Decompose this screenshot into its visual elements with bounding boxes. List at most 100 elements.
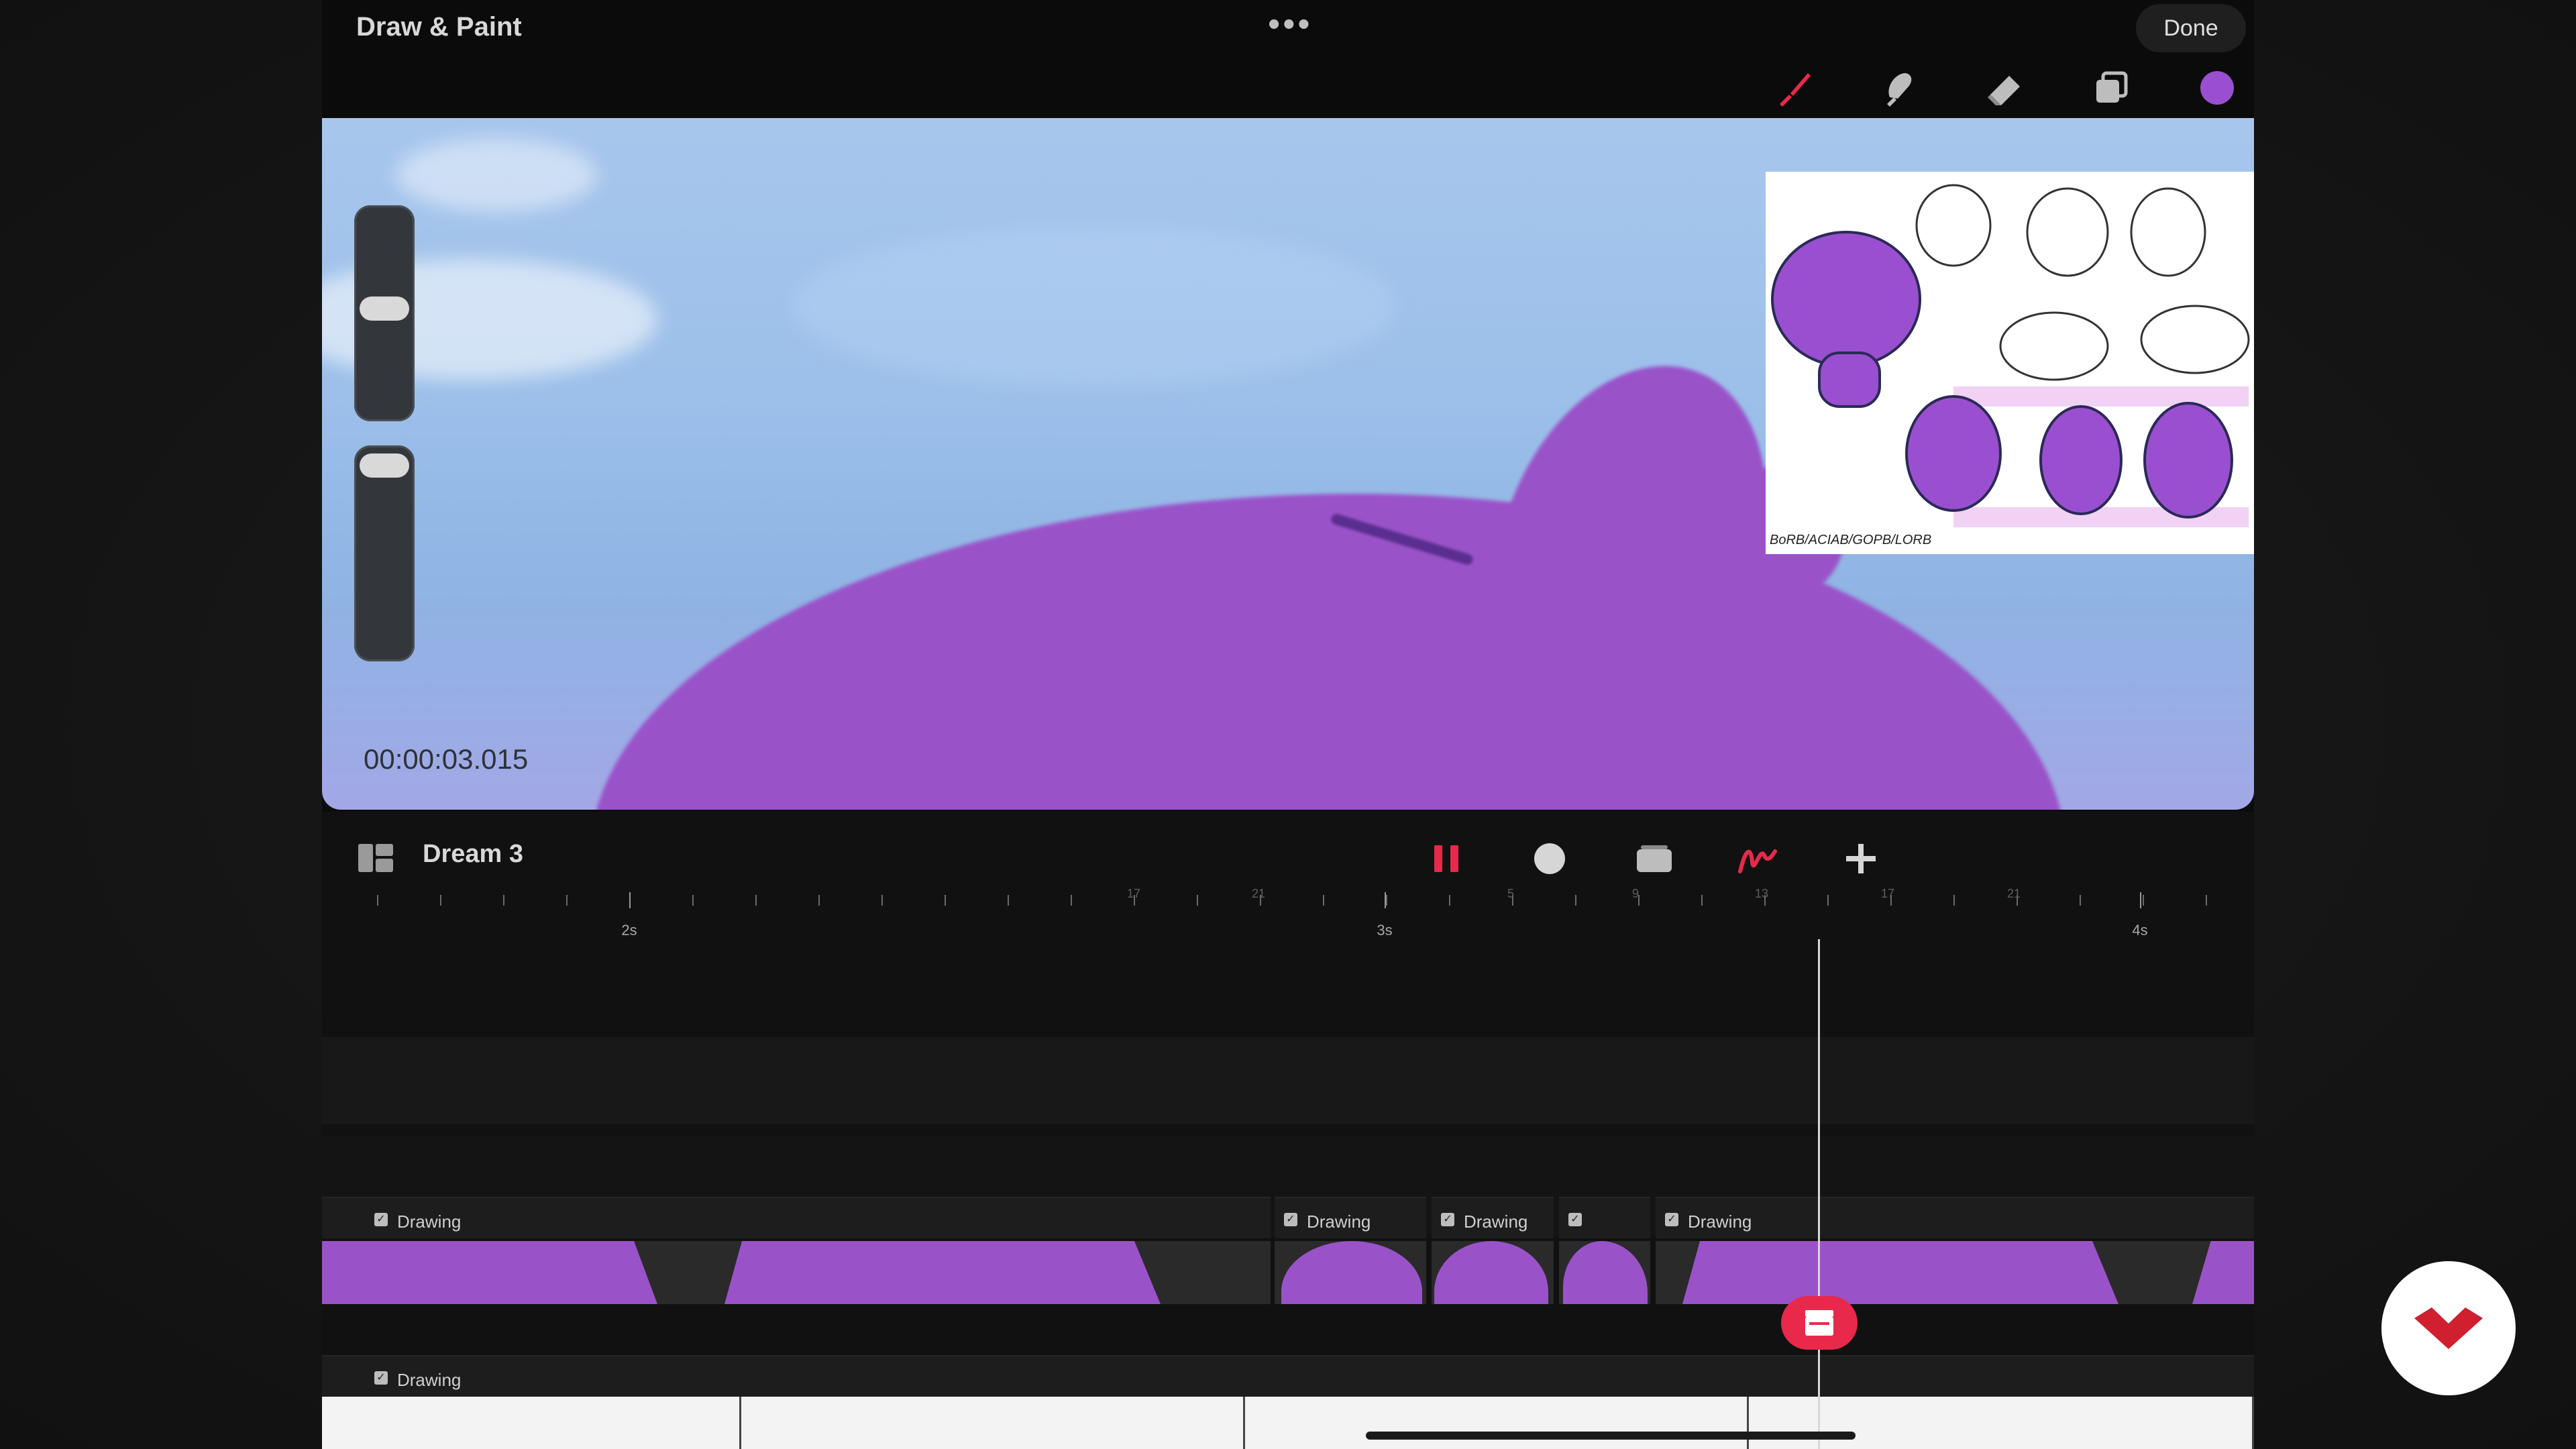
brand-logo (2381, 1261, 2516, 1395)
playhead-handle[interactable] (1781, 1296, 1858, 1350)
clip-label: Drawing (397, 1212, 462, 1232)
color-picker-button[interactable] (2195, 66, 2239, 110)
ruler-tick (1953, 895, 1955, 906)
brush-size-slider[interactable] (354, 205, 415, 421)
clapperboard-icon (1805, 1310, 1833, 1336)
clip-thumbnails[interactable] (1656, 1241, 2254, 1304)
ruler-tick (692, 895, 694, 906)
ruler-tick (1323, 895, 1324, 906)
brush-opacity-slider[interactable] (354, 445, 415, 661)
clip-enabled-checkbox[interactable]: ✓ (1568, 1213, 1582, 1226)
clip-header[interactable]: ✓ Drawing (322, 1355, 2254, 1397)
more-options-icon[interactable]: ••• (1268, 4, 1313, 44)
ruler-tick (566, 895, 568, 906)
ruler-tick (1197, 895, 1198, 906)
reference-caption: BoRB/ACIAB/GOPB/LORB (1770, 533, 1932, 547)
ruler-tick-major (2140, 892, 2141, 908)
ruler-tick (1827, 895, 1829, 906)
clip-header[interactable]: ✓ Drawing (1432, 1197, 1554, 1238)
ruler-label: 3s (1377, 922, 1393, 938)
add-icon (1846, 844, 1876, 873)
clip-enabled-checkbox[interactable]: ✓ (1284, 1213, 1297, 1226)
clip-header[interactable]: ✓ Drawing (1656, 1197, 2254, 1238)
ruler-tick (1386, 895, 1387, 906)
ruler-tick (2206, 895, 2207, 906)
clip-enabled-checkbox[interactable]: ✓ (1441, 1213, 1454, 1226)
draw-mode-button[interactable] (1737, 839, 1778, 879)
timecode: 00:00:03.015 (364, 743, 529, 775)
ruler-tick (503, 895, 504, 906)
frame-thumbnail (1281, 1241, 1422, 1304)
add-clip-button[interactable] (1841, 839, 1881, 879)
frame-thumbnail (1245, 1397, 1749, 1449)
brush-icon[interactable] (1772, 66, 1817, 110)
drawing-canvas[interactable]: 00:00:03.015 BoRB/ACIAB/GOPB/LORB (322, 118, 2254, 810)
frame-thumbnail (2192, 1241, 2254, 1304)
clip-thumbnails[interactable] (1275, 1241, 1426, 1304)
frame-thumbnail (1563, 1241, 1648, 1304)
color-icon (2200, 71, 2234, 105)
clip-label: Drawing (1307, 1212, 1371, 1232)
empty-track[interactable] (322, 1037, 2254, 1124)
frame-thumbnail (322, 1397, 741, 1449)
clip-header[interactable]: ✓ (1559, 1197, 1650, 1238)
frame-thumbnail (724, 1241, 1161, 1304)
onion-skin-icon (1637, 845, 1672, 872)
onion-skin-button[interactable] (1634, 839, 1674, 879)
layers-icon[interactable] (2089, 66, 2133, 110)
clip-enabled-checkbox[interactable]: ✓ (374, 1371, 388, 1385)
frame-thumbnail (322, 1241, 657, 1304)
ruler-tick (1575, 895, 1576, 906)
ruler-tick (440, 895, 441, 906)
ruler-tick (2143, 895, 2144, 906)
top-bar: Draw & Paint ••• Done (322, 0, 2254, 118)
clip-thumbnails[interactable] (1559, 1241, 1650, 1304)
smudge-icon[interactable] (1877, 66, 1921, 110)
ruler-label: 2s (621, 922, 637, 938)
reference-image[interactable]: BoRB/ACIAB/GOPB/LORB (1766, 172, 2254, 554)
playhead[interactable] (1818, 939, 1820, 1449)
draw-icon (1738, 849, 1777, 873)
record-icon (1534, 843, 1565, 874)
app-title: Draw & Paint (356, 12, 522, 42)
clip-thumbnails[interactable] (1432, 1241, 1554, 1304)
frame-thumbnail (1749, 1397, 2254, 1449)
reference-sketch (1771, 184, 2250, 527)
slider-thumb[interactable] (360, 453, 409, 478)
clip-enabled-checkbox[interactable]: ✓ (1665, 1213, 1678, 1226)
clip-label: Drawing (397, 1370, 462, 1390)
cloud-shape (792, 225, 1395, 386)
clip-enabled-checkbox[interactable]: ✓ (374, 1213, 388, 1226)
slider-thumb[interactable] (360, 297, 409, 321)
frame-thumbnail (741, 1397, 1245, 1449)
clip-header[interactable]: ✓ Drawing (1275, 1197, 1426, 1238)
done-button[interactable]: Done (2136, 4, 2246, 52)
ruler-tick-major (1385, 892, 1386, 908)
cloud-shape (396, 138, 597, 212)
time-ruler[interactable] (322, 885, 2254, 946)
clip-thumbnails[interactable] (322, 1241, 1271, 1304)
pause-button[interactable] (1426, 839, 1466, 879)
ruler-label: 4s (2132, 922, 2148, 938)
home-indicator (1366, 1432, 1856, 1440)
frame-thumbnail (1682, 1241, 2118, 1304)
ruler-tick (1071, 895, 1072, 906)
ruler-frame-label: 21 (2006, 887, 2021, 900)
ruler-tick (1008, 895, 1009, 906)
ruler-tick (1449, 895, 1450, 906)
ruler-tick-major (629, 892, 631, 908)
timeline-panel: Dream 3 2s 3s 4s 17 21 5 9 13 17 21 (322, 812, 2254, 1449)
clip-header[interactable]: ✓ Drawing (322, 1197, 1271, 1238)
ruler-tick (1701, 895, 1703, 906)
ruler-tick (377, 895, 378, 906)
eraser-icon[interactable] (1983, 66, 2027, 110)
clip-label: Drawing (1464, 1212, 1528, 1232)
pause-icon (1434, 845, 1458, 872)
logo-icon (2414, 1307, 2483, 1349)
ruler-frame-label: 13 (1754, 887, 1769, 900)
ruler-frame-label: 17 (1126, 887, 1141, 900)
record-button[interactable] (1529, 839, 1570, 879)
ruler-tick (755, 895, 757, 906)
project-browser-icon[interactable] (357, 843, 394, 873)
ipad-screen: Draw & Paint ••• Done 00:00:03.015 BoRB/… (322, 0, 2254, 1449)
